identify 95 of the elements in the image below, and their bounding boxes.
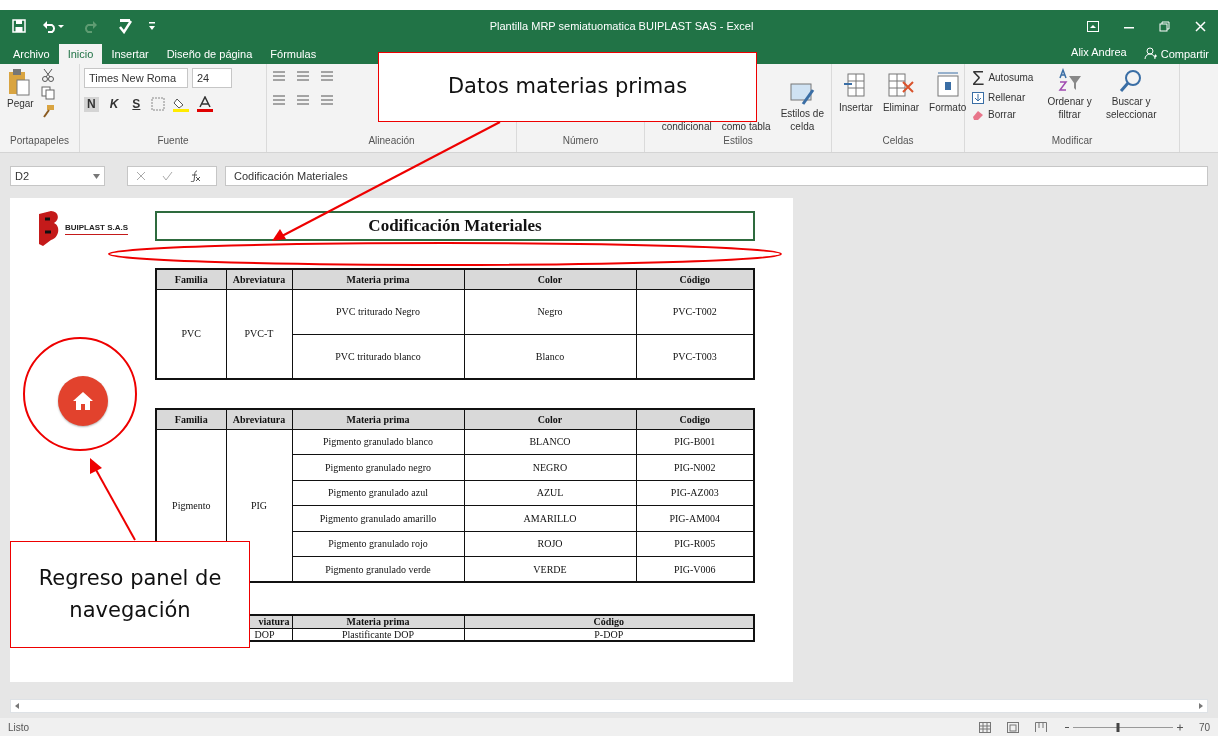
down-arrow-icon	[972, 92, 984, 105]
restore-icon[interactable]	[1159, 20, 1171, 32]
house-icon	[71, 391, 94, 411]
group-label: Fuente	[156, 134, 190, 148]
save-icon[interactable]	[12, 19, 26, 33]
column-header: Familia	[156, 409, 226, 429]
window-title: Plantilla MRP semiatuomatica BUIPLAST SAS - Excel	[489, 19, 754, 32]
status-text: Listo	[8, 720, 30, 735]
table-cell: Pigmento granulado blanco	[292, 429, 464, 455]
find-select-button[interactable]: Buscar y seleccionar	[1102, 68, 1160, 133]
align-icon[interactable]	[319, 92, 335, 108]
group-label: Estilos	[722, 134, 754, 148]
column-header: Materia prima	[292, 269, 464, 289]
cells-button[interactable]: Eliminar	[879, 72, 923, 133]
fill-button[interactable]: Rellenar	[969, 92, 1037, 105]
table-cell: ROJO	[464, 531, 636, 557]
column-header: Codigo	[636, 409, 754, 429]
ribbon-tab[interactable]: Insertar	[102, 43, 158, 64]
callout-box: Regreso panel de navegación	[10, 541, 250, 648]
group-label: Modificar	[1050, 134, 1094, 148]
sort-filter-button[interactable]: Ordenar y filtrar	[1044, 68, 1095, 133]
page-break-icon[interactable]	[1034, 721, 1047, 733]
column-header: Color	[464, 269, 636, 289]
style-button[interactable]: condicional	[658, 120, 715, 133]
share-button[interactable]: Compartir	[1134, 43, 1218, 64]
logo-drawing	[36, 209, 61, 248]
font-style-button[interactable]: S	[129, 96, 144, 112]
cancel-icon[interactable]	[136, 171, 146, 181]
font-size-field[interactable]: 24	[192, 68, 232, 88]
home-button[interactable]	[57, 376, 108, 426]
table-cell: Pigmento granulado rojo	[292, 531, 464, 557]
font-name-field[interactable]: Times New Roma	[84, 68, 188, 88]
dropdown-icon	[93, 173, 100, 179]
column-header: Código	[636, 269, 754, 289]
name-box[interactable]: D2	[10, 166, 105, 186]
user-name[interactable]: Alix Andrea	[1071, 43, 1127, 64]
paste-button[interactable]: Pegar	[4, 68, 37, 133]
font-style-button[interactable]: K	[106, 96, 122, 112]
eraser-icon	[972, 108, 984, 121]
person-add-icon	[1143, 47, 1157, 61]
font-style-button[interactable]: N	[84, 96, 99, 112]
align-icon[interactable]	[319, 68, 335, 84]
table-cell: Pigmento granulado amarillo	[292, 505, 464, 531]
insert-function-icon[interactable]	[189, 170, 201, 182]
zoom-level: 70	[1198, 720, 1210, 735]
cells-button[interactable]: Insertar	[836, 72, 876, 133]
ribbon-tab[interactable]: Diseño de página	[157, 43, 262, 64]
column-header: Materia prima	[292, 615, 464, 628]
scissors-icon[interactable]	[40, 68, 55, 82]
column-header: Código	[464, 615, 754, 628]
column-header: Familia	[156, 269, 226, 289]
align-icon[interactable]	[295, 92, 311, 108]
table-cell: NEGRO	[464, 454, 636, 480]
table-cell: AZUL	[464, 480, 636, 506]
callout-box: Datos materias primas	[378, 52, 757, 122]
ribbon-tab[interactable]: Inicio	[58, 43, 103, 64]
table-cell: Negro	[464, 289, 636, 334]
ribbon-tab[interactable]: Fórmulas	[261, 43, 326, 64]
table-cell: Pigmento granulado negro	[292, 454, 464, 480]
customize-toolbar-icon[interactable]	[148, 21, 156, 31]
ribbon-display-icon[interactable]	[1087, 20, 1099, 32]
column-header: Color	[464, 409, 636, 429]
table-cell: BLANCO	[464, 429, 636, 455]
logo-text: BUIPLAST S.A.S	[64, 222, 129, 235]
table-cell: Pigmento granulado azul	[292, 480, 464, 506]
cells-button[interactable]: Formato	[926, 72, 970, 133]
page-layout-icon[interactable]	[1006, 721, 1019, 733]
clear-button[interactable]: Borrar	[969, 108, 1037, 121]
column-header: Materia prima	[292, 409, 464, 429]
sheet-title: Codificación Materiales	[368, 215, 542, 238]
font-color-icon[interactable]	[197, 96, 214, 112]
horizontal-scrollbar[interactable]	[10, 699, 1208, 713]
formula-field[interactable]: Codificación Materiales	[225, 166, 1208, 186]
delete-cells-icon	[886, 72, 915, 98]
column-header: Abreviatura	[226, 409, 292, 429]
table-cell: PVC triturado Negro	[292, 289, 464, 334]
fill-color-icon[interactable]	[173, 96, 190, 112]
table-cell: AMARILLO	[464, 505, 636, 531]
group-label: Alineación	[367, 134, 416, 148]
align-icon[interactable]	[271, 68, 287, 84]
zoom-slider[interactable]	[1062, 721, 1183, 733]
ribbon-tab[interactable]: Archivo	[4, 43, 59, 64]
close-icon[interactable]	[1195, 20, 1206, 32]
style-button[interactable]: como tabla	[718, 120, 774, 133]
undo-icon[interactable]	[42, 19, 64, 33]
align-icon[interactable]	[295, 68, 311, 84]
align-icon[interactable]	[271, 92, 287, 108]
format-painter-icon[interactable]	[40, 104, 55, 118]
style-button[interactable]: Estilos de celda	[777, 82, 827, 133]
group-label: Número	[561, 134, 600, 148]
group-label: Portapapeles	[9, 134, 70, 148]
copy-icon[interactable]	[40, 86, 55, 100]
column-header: Abreviatura	[226, 269, 292, 289]
normal-view-icon[interactable]	[978, 721, 991, 733]
group-label: Celdas	[881, 134, 915, 148]
